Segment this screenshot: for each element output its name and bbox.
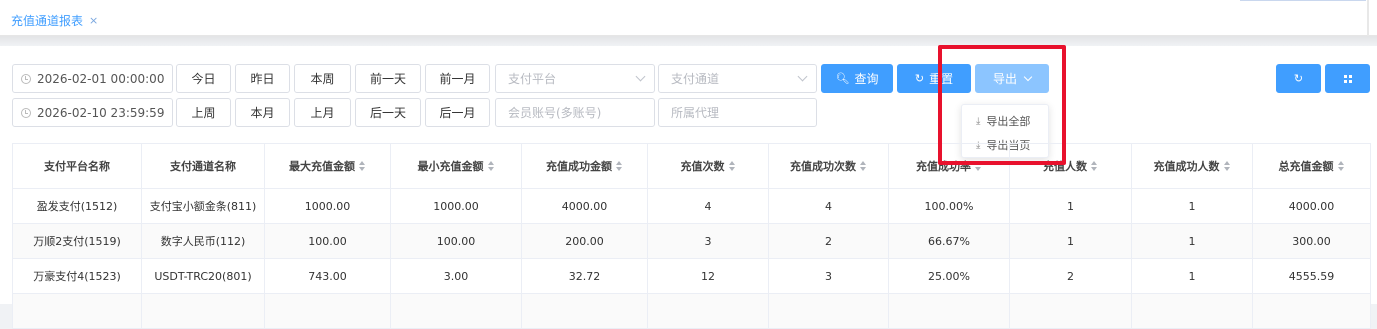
tab-label: 充值通道报表 bbox=[11, 14, 84, 28]
table-cell: 支付宝小额金条(811) bbox=[141, 188, 265, 224]
table-cell: 100.00% bbox=[888, 188, 1010, 224]
table-row: 盈发支付(1512) 支付宝小额金条(811) 1000.00 1000.00 … bbox=[12, 188, 1371, 224]
table-cell: 743.00 bbox=[264, 258, 391, 294]
agent-input[interactable]: 所属代理 bbox=[658, 98, 817, 127]
channel-select[interactable]: 支付通道 bbox=[658, 64, 817, 93]
table-cell: 4 bbox=[768, 188, 889, 224]
account-input[interactable]: 会员账号(多账号) bbox=[495, 98, 655, 127]
start-time-field[interactable]: 2026-02-01 00:00:00 bbox=[12, 64, 173, 93]
table-row-partial bbox=[12, 293, 1371, 329]
sort-icon[interactable] bbox=[860, 161, 867, 173]
top-right-edge bbox=[1240, 0, 1366, 3]
report-table: 支付平台名称 支付通道名称 最大充值金额 最小充值金额 充值成功金额 充值次数 … bbox=[12, 143, 1371, 329]
table-cell: 万顺2支付(1519) bbox=[12, 223, 142, 259]
table-cell: 12 bbox=[647, 258, 769, 294]
table-cell: 100.00 bbox=[264, 223, 391, 259]
tab-bar: 充值通道报表 × bbox=[0, 0, 1377, 36]
agent-placeholder: 所属代理 bbox=[671, 106, 720, 120]
end-time-field[interactable]: 2026-02-10 23:59:59 bbox=[12, 98, 173, 127]
this-month-button[interactable]: 本月 bbox=[235, 98, 290, 127]
chevron-down-icon bbox=[797, 71, 808, 82]
sort-icon[interactable] bbox=[487, 161, 495, 173]
prev-day-button[interactable]: 前一天 bbox=[355, 64, 421, 93]
table-cell: 100.00 bbox=[390, 223, 522, 259]
next-day-button[interactable]: 后一天 bbox=[355, 98, 421, 127]
highlight-box bbox=[938, 45, 1066, 165]
table-cell: 3.00 bbox=[390, 258, 522, 294]
refresh-icon: ↻ bbox=[1293, 72, 1304, 85]
sort-icon[interactable] bbox=[728, 161, 736, 173]
clock-icon bbox=[21, 107, 31, 118]
sort-icon[interactable] bbox=[359, 161, 366, 173]
table-cell: 万豪支付4(1523) bbox=[12, 258, 142, 294]
tab-channel-report[interactable]: 充值通道报表 × bbox=[11, 12, 98, 29]
sort-icon[interactable] bbox=[1091, 161, 1098, 173]
table-cell: 1000.00 bbox=[390, 188, 522, 224]
tab-close-icon[interactable]: × bbox=[89, 14, 98, 27]
table-cell: 数字人民币(112) bbox=[141, 223, 265, 259]
table-cell: 4 bbox=[647, 188, 769, 224]
table-cell: 1 bbox=[1131, 258, 1253, 294]
table-cell: 盈发支付(1512) bbox=[12, 188, 142, 224]
yesterday-button[interactable]: 昨日 bbox=[235, 64, 290, 93]
column-header[interactable]: 充值成功次数 bbox=[768, 143, 889, 189]
divider bbox=[0, 36, 1377, 46]
table-cell: 1 bbox=[1009, 188, 1132, 224]
table-cell: 300.00 bbox=[1252, 223, 1371, 259]
table-cell: 1 bbox=[1131, 188, 1253, 224]
last-month-button[interactable]: 上月 bbox=[294, 98, 351, 127]
column-header: 支付平台名称 bbox=[12, 143, 142, 189]
table-cell: 66.67% bbox=[888, 223, 1010, 259]
table-cell: 1 bbox=[1131, 223, 1253, 259]
next-month-button[interactable]: 后一月 bbox=[425, 98, 490, 127]
column-header[interactable]: 充值成功人数 bbox=[1131, 143, 1253, 189]
table-cell: 3 bbox=[647, 223, 769, 259]
grid-toggle-button[interactable] bbox=[1325, 64, 1370, 93]
refresh-icon: ↻ bbox=[914, 72, 925, 85]
table-cell: 2 bbox=[1009, 258, 1132, 294]
table-cell: 3 bbox=[768, 258, 889, 294]
table-cell: USDT-TRC20(801) bbox=[141, 258, 265, 294]
query-label: 查询 bbox=[854, 72, 879, 86]
scrollbar-edge bbox=[1367, 0, 1369, 36]
grid-icon bbox=[1343, 74, 1353, 84]
table-cell: 32.72 bbox=[521, 258, 648, 294]
table-cell: 25.00% bbox=[888, 258, 1010, 294]
table-cell: 2 bbox=[768, 223, 889, 259]
column-header: 支付通道名称 bbox=[141, 143, 265, 189]
prev-month-button[interactable]: 前一月 bbox=[425, 64, 490, 93]
search-icon: 🔍︎ bbox=[835, 72, 850, 85]
query-button[interactable]: 🔍︎ 查询 bbox=[821, 64, 893, 93]
column-header[interactable]: 充值成功金额 bbox=[521, 143, 648, 189]
column-header[interactable]: 充值次数 bbox=[647, 143, 769, 189]
start-time-value: 2026-02-01 00:00:00 bbox=[37, 71, 165, 86]
last-week-button[interactable]: 上周 bbox=[176, 98, 231, 127]
end-time-value: 2026-02-10 23:59:59 bbox=[37, 105, 165, 120]
column-header[interactable]: 最大充值金额 bbox=[264, 143, 391, 189]
clock-icon bbox=[21, 73, 31, 84]
table-cell: 1000.00 bbox=[264, 188, 391, 224]
platform-select[interactable]: 支付平台 bbox=[495, 64, 655, 93]
table-cell: 4000.00 bbox=[1252, 188, 1371, 224]
sort-icon[interactable] bbox=[1337, 161, 1345, 173]
today-button[interactable]: 今日 bbox=[176, 64, 231, 93]
table-header-row: 支付平台名称 支付通道名称 最大充值金额 最小充值金额 充值成功金额 充值次数 … bbox=[12, 143, 1371, 189]
table-cell: 4555.59 bbox=[1252, 258, 1371, 294]
sort-icon[interactable] bbox=[616, 161, 623, 173]
table-cell: 1 bbox=[1009, 223, 1132, 259]
chevron-down-icon bbox=[635, 71, 646, 82]
table-row: 万豪支付4(1523) USDT-TRC20(801) 743.00 3.00 … bbox=[12, 258, 1371, 294]
sort-icon[interactable] bbox=[1223, 161, 1231, 173]
table-cell: 4000.00 bbox=[521, 188, 648, 224]
table-row: 万顺2支付(1519) 数字人民币(112) 100.00 100.00 200… bbox=[12, 223, 1371, 259]
refresh-button[interactable]: ↻ bbox=[1276, 64, 1321, 93]
column-header[interactable]: 总充值金额 bbox=[1252, 143, 1371, 189]
channel-placeholder: 支付通道 bbox=[671, 72, 720, 86]
platform-placeholder: 支付平台 bbox=[508, 72, 557, 86]
this-week-button[interactable]: 本周 bbox=[294, 64, 351, 93]
table-cell: 200.00 bbox=[521, 223, 648, 259]
account-placeholder: 会员账号(多账号) bbox=[508, 106, 602, 120]
column-header[interactable]: 最小充值金额 bbox=[390, 143, 522, 189]
